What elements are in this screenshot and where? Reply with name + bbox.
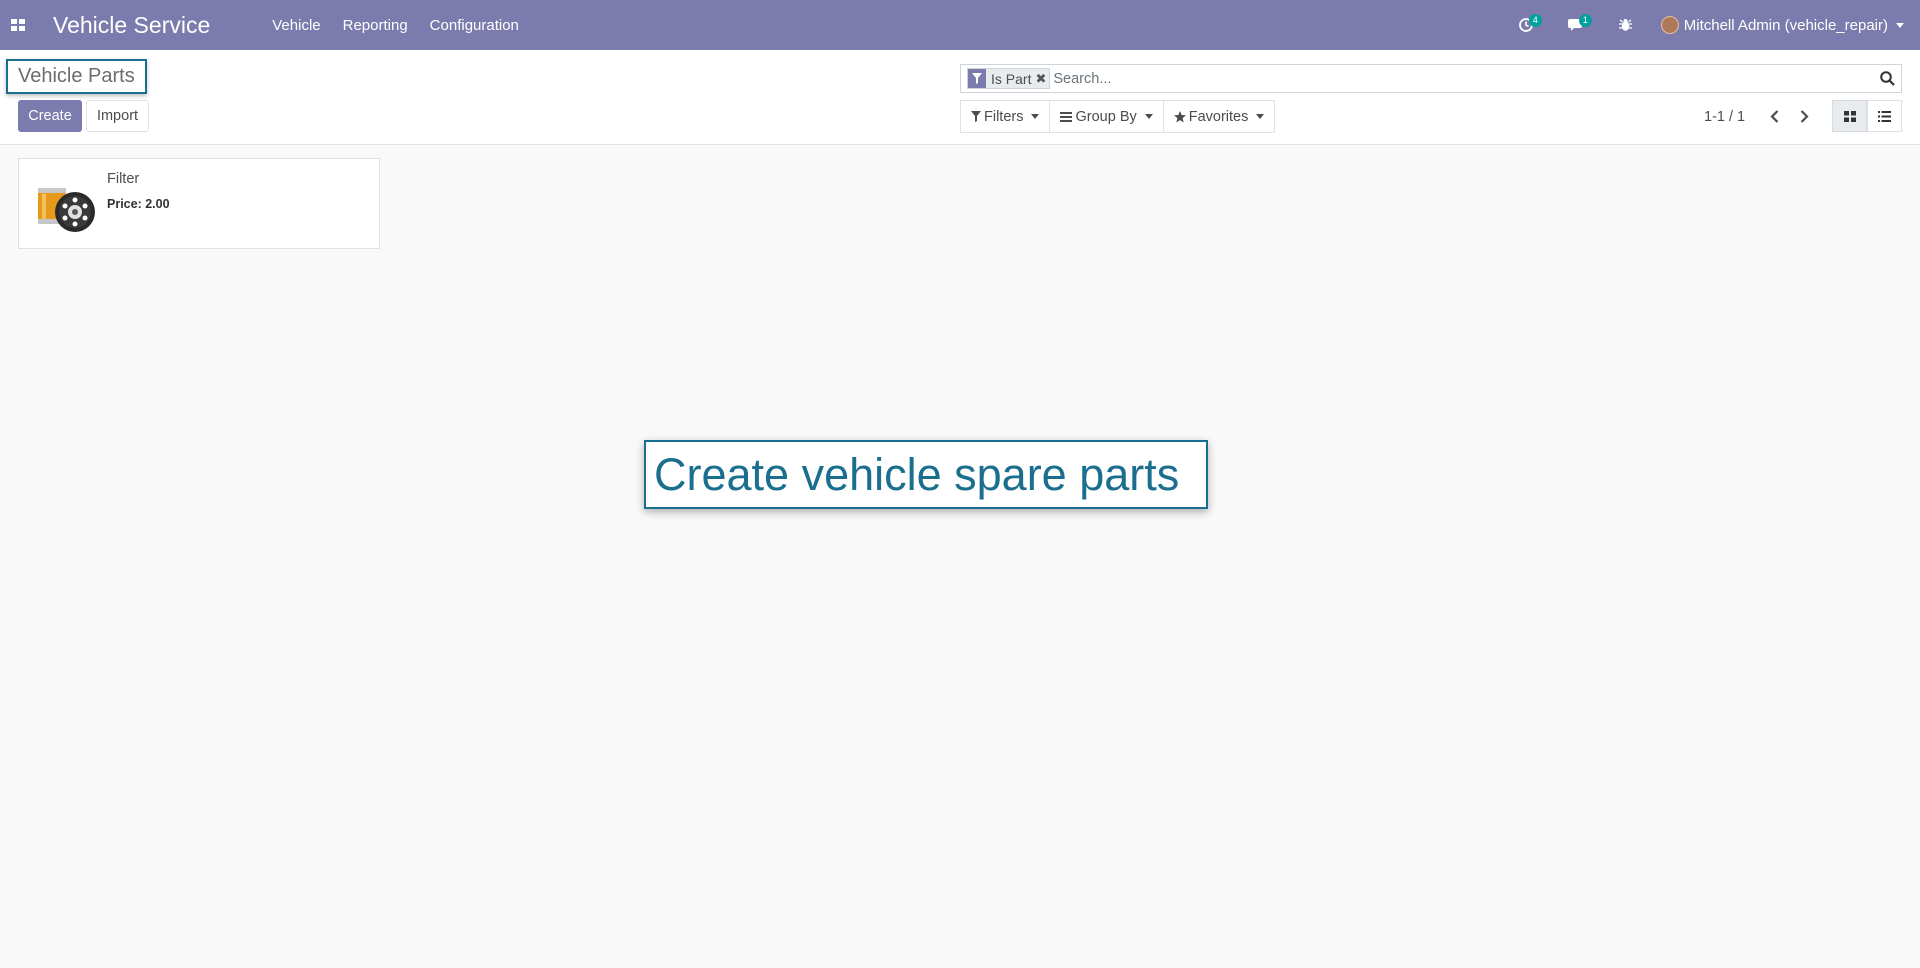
apps-menu-icon[interactable]: [0, 0, 36, 50]
bars-icon: [1060, 111, 1073, 122]
create-button[interactable]: Create: [18, 100, 82, 132]
chevron-down-icon: [1256, 114, 1265, 119]
debug-menu[interactable]: [1611, 0, 1641, 50]
menu-item-configuration[interactable]: Configuration: [430, 17, 519, 34]
favorites-dropdown[interactable]: Favorites: [1162, 100, 1276, 133]
tour-tip: Create vehicle spare parts: [644, 440, 1208, 509]
bug-icon: [1619, 19, 1633, 31]
activity-menu[interactable]: 4: [1511, 0, 1542, 50]
kanban-record[interactable]: Filter Price: 2.00: [18, 158, 380, 249]
activity-count-badge: 4: [1528, 14, 1542, 27]
filters-label: Filters: [984, 108, 1024, 125]
kanban-view-icon[interactable]: [1832, 100, 1867, 132]
chevron-right-icon[interactable]: [1789, 102, 1819, 132]
pager-value[interactable]: 1-1 / 1: [1704, 109, 1745, 125]
filter-icon: [971, 111, 981, 122]
search-input[interactable]: [1050, 66, 1873, 91]
group-by-label: Group By: [1075, 108, 1137, 125]
import-button[interactable]: Import: [86, 100, 149, 132]
search-icon[interactable]: [1873, 65, 1901, 92]
search-facet[interactable]: Is Part ✖: [967, 68, 1051, 89]
search-bar: Is Part ✖: [960, 64, 1902, 93]
filter-icon: [968, 69, 986, 88]
view-switcher: [1832, 100, 1902, 132]
tour-tip-text: Create vehicle spare parts: [654, 448, 1180, 500]
chevron-down-icon: [1144, 114, 1153, 119]
chevron-down-icon: [1896, 22, 1904, 28]
app-title[interactable]: Vehicle Service: [53, 12, 210, 39]
facet-label: Is Part: [991, 70, 1032, 87]
systray: 4 1 Mitchell Admin (vehicle_repair): [1511, 0, 1920, 50]
chevron-down-icon: [1031, 114, 1040, 119]
avatar: [1660, 16, 1679, 34]
main-navbar: Vehicle Service Vehicle Reporting Config…: [0, 0, 1920, 50]
record-name: Filter: [107, 171, 140, 187]
breadcrumb: Vehicle Parts: [6, 59, 147, 94]
user-name: Mitchell Admin (vehicle_repair): [1683, 16, 1888, 34]
control-panel: Vehicle Parts Create Import Is Part ✖ Fi…: [0, 50, 1920, 145]
pager: 1-1 / 1: [1704, 100, 1819, 133]
chevron-left-icon[interactable]: [1759, 102, 1789, 132]
filters-dropdown[interactable]: Filters: [960, 100, 1051, 133]
search-options: Filters Group By Favorites: [960, 100, 1276, 133]
user-menu[interactable]: Mitchell Admin (vehicle_repair): [1660, 16, 1904, 34]
menu-item-vehicle[interactable]: Vehicle: [272, 17, 320, 34]
record-price: Price: 2.00: [107, 197, 170, 211]
star-icon: [1173, 110, 1186, 123]
top-menu: Vehicle Reporting Configuration: [272, 17, 541, 34]
close-icon[interactable]: ✖: [1035, 71, 1049, 87]
list-view-icon[interactable]: [1867, 100, 1902, 132]
oil-filter-image: [38, 188, 95, 232]
menu-item-reporting[interactable]: Reporting: [343, 17, 408, 34]
favorites-label: Favorites: [1188, 108, 1249, 125]
messaging-menu[interactable]: 1: [1561, 0, 1592, 50]
group-by-dropdown[interactable]: Group By: [1049, 100, 1164, 133]
message-count-badge: 1: [1578, 14, 1592, 27]
page-title: Vehicle Parts: [18, 65, 135, 87]
